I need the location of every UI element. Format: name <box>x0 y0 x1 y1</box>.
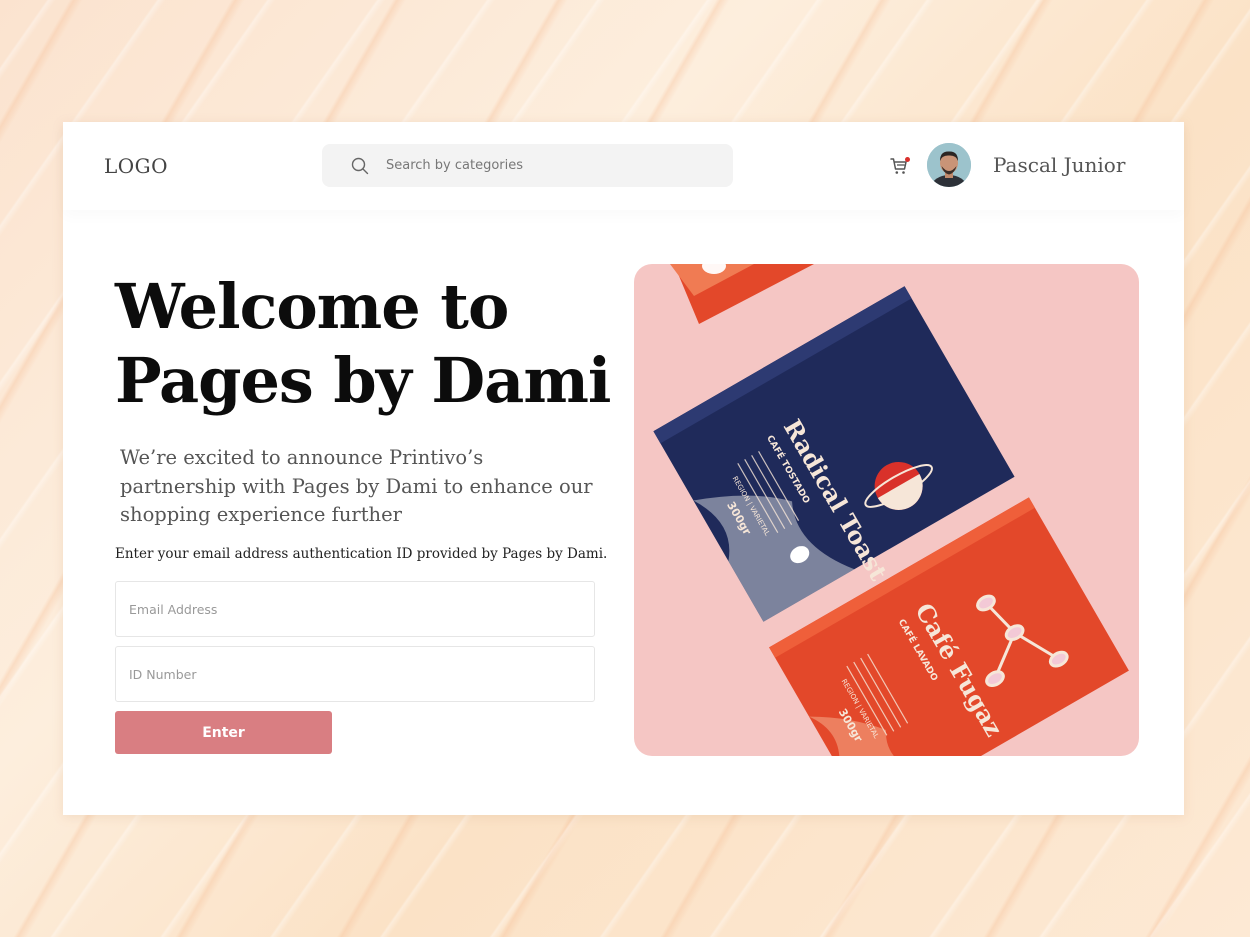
avatar-image <box>927 143 971 187</box>
main-card: LOGO Search by categories Pascal Junior … <box>63 122 1184 815</box>
coffee-bags-illustration: Radical Toast CAFÉ TOSTADO 300gr REGION … <box>653 264 1129 756</box>
instruction-text: Enter your email address authentication … <box>115 546 608 562</box>
search-icon <box>351 157 369 175</box>
hero-image: Radical Toast CAFÉ TOSTADO 300gr REGION … <box>634 264 1139 756</box>
search-bar[interactable]: Search by categories <box>322 144 733 187</box>
avatar[interactable] <box>927 143 971 187</box>
announcement-text: We’re excited to announce Printivo’s par… <box>120 446 593 526</box>
cart-button[interactable] <box>889 156 910 176</box>
email-field[interactable] <box>115 581 595 637</box>
user-name[interactable]: Pascal Junior <box>993 153 1125 177</box>
cart-badge <box>905 157 910 162</box>
title-line-2: Pages by Dami <box>115 344 611 417</box>
id-number-field[interactable] <box>115 646 595 702</box>
search-placeholder[interactable]: Search by categories <box>386 158 523 173</box>
enter-button[interactable]: Enter <box>115 711 332 754</box>
page-title: Welcome to Pages by Dami <box>115 270 635 418</box>
logo[interactable]: LOGO <box>104 154 168 178</box>
top-nav: LOGO Search by categories Pascal Junior <box>63 122 1184 210</box>
title-line-1: Welcome to <box>115 270 509 343</box>
partial-orange-bag <box>670 264 814 324</box>
